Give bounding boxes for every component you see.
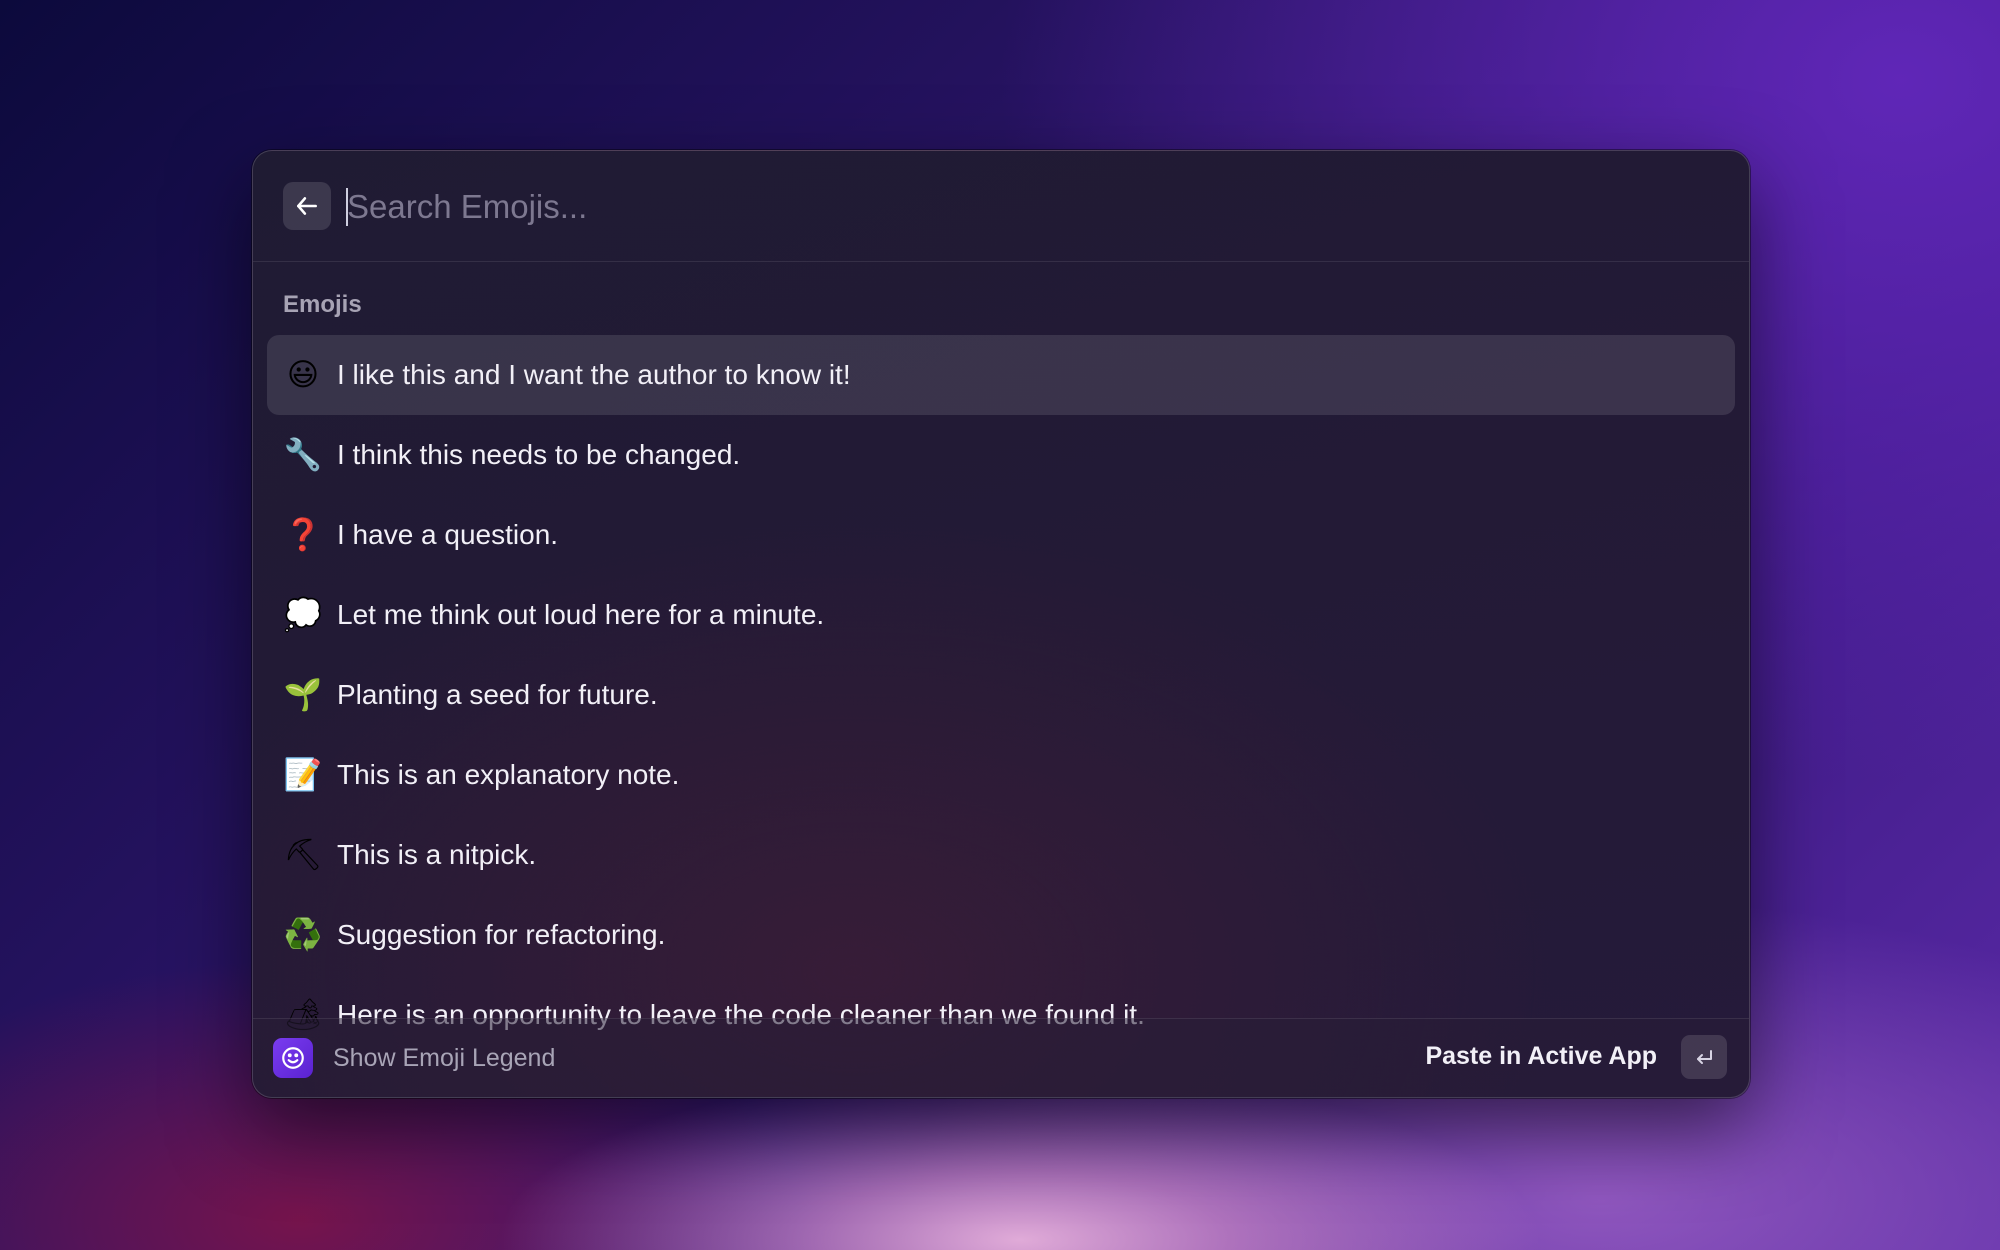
list-item-label: Planting a seed for future. bbox=[337, 679, 658, 710]
emoji-icon: 🌱 bbox=[283, 677, 323, 713]
paste-in-active-app-label[interactable]: Paste in Active App bbox=[1425, 1042, 1657, 1071]
list-item[interactable]: 🔧 I think this needs to be changed. bbox=[267, 415, 1735, 495]
emoji-icon: ❓ bbox=[283, 517, 323, 553]
show-emoji-legend-button[interactable]: Show Emoji Legend bbox=[273, 1038, 555, 1078]
list-item[interactable]: 🌱 Planting a seed for future. bbox=[267, 655, 1735, 735]
list-item-label: This is an explanatory note. bbox=[337, 759, 680, 790]
emoji-list-clip: 😃 I like this and I want the author to kn… bbox=[267, 335, 1735, 1097]
list-item-label: I think this needs to be changed. bbox=[337, 439, 741, 470]
list-item-label: I have a question. bbox=[337, 519, 559, 550]
list-item-label: This is a nitpick. bbox=[337, 839, 537, 870]
emoji-list-viewport: 😃 I like this and I want the author to kn… bbox=[267, 335, 1735, 1097]
list-item[interactable]: 📝 This is an explanatory note. bbox=[267, 735, 1735, 815]
emoji-icon: 🔧 bbox=[283, 437, 323, 473]
search-bar bbox=[253, 151, 1749, 262]
list-item[interactable]: ⛏ This is a nitpick. bbox=[267, 815, 1735, 895]
emoji-icon: 💭 bbox=[283, 597, 323, 633]
search-input[interactable] bbox=[347, 177, 1707, 237]
list-item[interactable]: 💭 Let me think out loud here for a minute… bbox=[267, 575, 1735, 655]
emoji-search-window: Emojis 😃 I like this and I want the autho… bbox=[252, 150, 1750, 1098]
section-title: Emojis bbox=[283, 291, 362, 318]
list-item[interactable]: ♻️ Suggestion for refactoring. bbox=[267, 895, 1735, 975]
return-key-icon bbox=[1697, 1050, 1712, 1064]
action-bar: Show Emoji Legend Paste in Active App bbox=[253, 1018, 1749, 1097]
smiley-icon bbox=[273, 1038, 313, 1078]
arrow-left-icon bbox=[297, 197, 317, 215]
list-item[interactable]: ❓ I have a question. bbox=[267, 495, 1735, 575]
enter-key-button[interactable] bbox=[1681, 1035, 1727, 1079]
back-button[interactable] bbox=[283, 182, 331, 230]
emoji-icon: ♻️ bbox=[283, 917, 323, 953]
list-item-label: Let me think out loud here for a minute. bbox=[337, 599, 825, 630]
emoji-icon: 😃 bbox=[286, 357, 320, 393]
list-item-label: Suggestion for refactoring. bbox=[337, 919, 666, 950]
show-emoji-legend-label: Show Emoji Legend bbox=[333, 1043, 556, 1072]
list-item[interactable]: 😃 I like this and I want the author to kn… bbox=[267, 335, 1735, 415]
emoji-icon: ⛏ bbox=[283, 837, 323, 873]
emoji-list[interactable]: 😃 I like this and I want the author to kn… bbox=[267, 335, 1735, 1097]
list-item-label: I like this and I want the author to kno… bbox=[337, 359, 851, 390]
emoji-icon: 📝 bbox=[283, 757, 323, 793]
